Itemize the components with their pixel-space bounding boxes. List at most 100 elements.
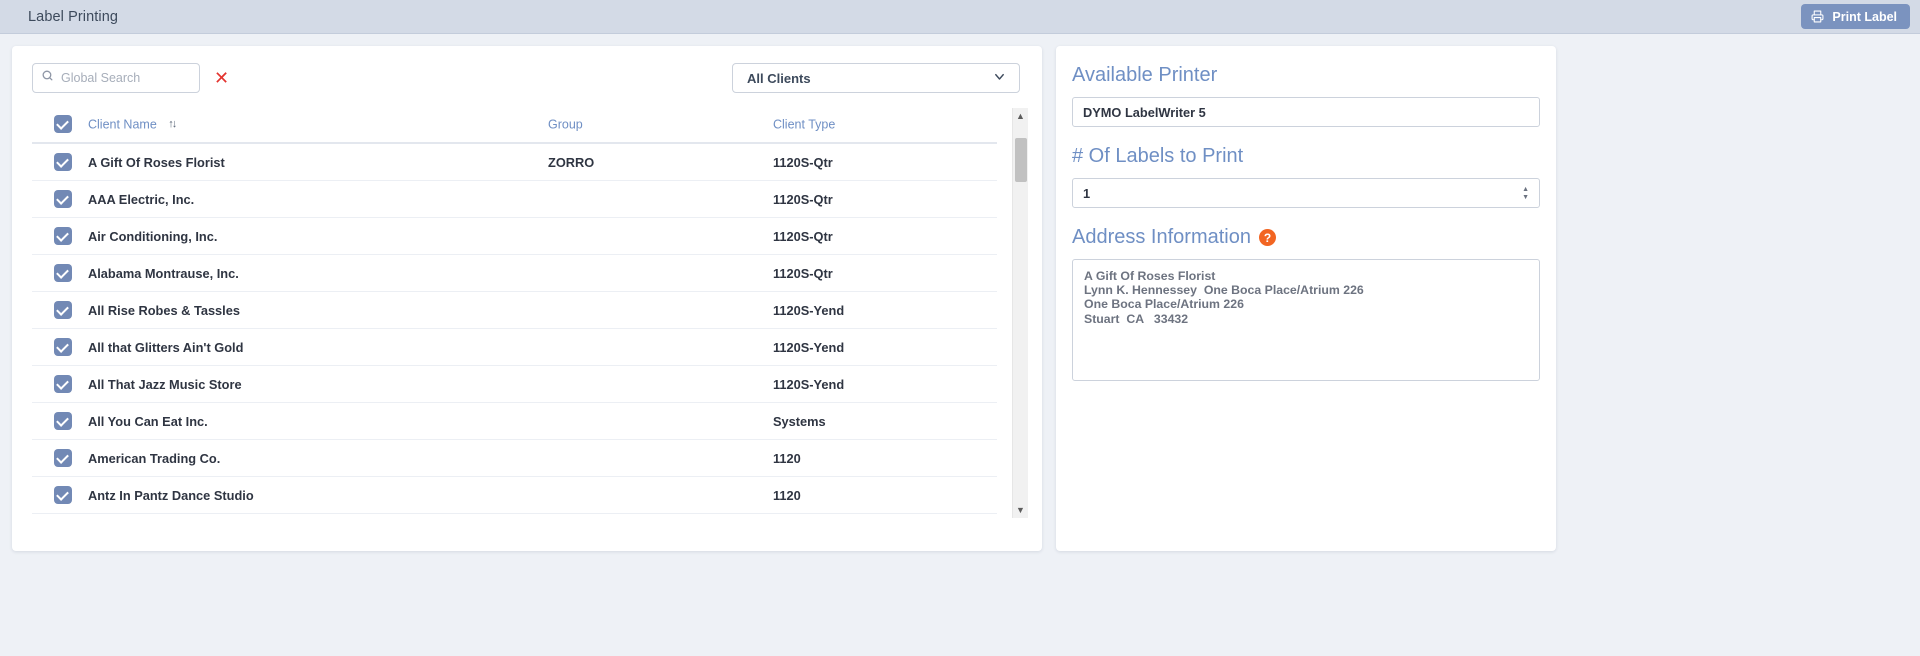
clients-panel: ✕ All Clients Clie [12,46,1042,551]
address-information-box[interactable]: A Gift Of Roses Florist Lynn K. Hennesse… [1072,259,1540,381]
row-checkbox-cell [32,143,88,181]
table-row[interactable]: A Gift Of Roses Florist ZORRO 1120S-Qtr [32,143,997,181]
cell-client-type: Systems [773,402,997,440]
column-header-client-name[interactable]: Client Name ↑↓ [88,108,548,144]
table-row[interactable]: All You Can Eat Inc. Systems [32,402,997,440]
cell-client-name: All That Jazz Music Store [88,365,548,403]
cell-client-name: A Gift Of Roses Florist [88,143,548,181]
row-checkbox[interactable] [54,486,72,504]
scroll-down-arrow-icon[interactable]: ▼ [1013,502,1028,518]
table-row[interactable]: All that Glitters Ain't Gold 1120S-Yend [32,328,997,366]
clear-search-icon[interactable]: ✕ [214,69,229,87]
cell-client-name: All You Can Eat Inc. [88,402,548,440]
cell-client-type: 1120S-Qtr [773,254,997,292]
cell-group [548,439,773,477]
available-printer-value: DYMO LabelWriter 5 [1083,104,1206,120]
column-header-client-type-label: Client Type [773,117,836,132]
client-filter-selected-value: All Clients [747,70,811,86]
clients-table-body: A Gift Of Roses Florist ZORRO 1120S-Qtr … [32,143,997,518]
sort-ascending-descending-icon[interactable]: ↑↓ [168,118,177,130]
cell-group [548,180,773,218]
available-printer-field[interactable]: DYMO LabelWriter 5 [1072,97,1540,127]
row-checkbox-cell [32,254,88,292]
table-row[interactable]: All Rise Robes & Tassles 1120S-Yend [32,291,997,329]
cell-group [548,402,773,440]
clients-table-scroll-area: Client Name ↑↓ Group Client Type A Gift … [32,108,1028,518]
cell-client-type: 1120 [773,513,997,518]
print-settings-panel: Available Printer DYMO LabelWriter 5 # O… [1056,46,1556,551]
question-mark-help-icon[interactable]: ? [1258,229,1276,246]
cell-client-type: 1120S-Qtr [773,180,997,218]
table-row[interactable]: Air Conditioning, Inc. 1120S-Qtr [32,217,997,255]
cell-client-type: 1120S-Qtr [773,143,997,181]
row-checkbox[interactable] [54,449,72,467]
printer-icon [1811,10,1824,23]
page-title: Label Printing [28,8,119,25]
row-checkbox-cell [32,513,88,518]
row-checkbox[interactable] [54,153,72,171]
address-line: Lynn K. Hennessey One Boca Place/Atrium … [1084,283,1364,298]
cell-client-name: Antz In Pantz Dance Studio [88,476,548,514]
cell-client-name: All Rise Robes & Tassles [88,291,548,329]
address-information-label: Address Information ? [1072,226,1540,249]
search-input[interactable] [61,71,191,85]
cell-client-type: 1120S-Qtr [773,217,997,255]
table-row[interactable]: AAA Electric, Inc. 1120S-Qtr [32,180,997,218]
row-checkbox[interactable] [54,301,72,319]
number-stepper[interactable]: ▲ ▼ [1522,186,1529,201]
table-row[interactable]: Are You Waiting For Me? Temporaries 1120 [32,513,997,518]
cell-client-type: 1120 [773,439,997,477]
cell-group [548,217,773,255]
table-row[interactable]: American Trading Co. 1120 [32,439,997,477]
client-filter-dropdown[interactable]: All Clients [732,63,1020,93]
labels-to-print-field[interactable]: 1 ▲ ▼ [1072,178,1540,208]
address-information-text: Address Information [1072,226,1251,248]
print-label-button[interactable]: Print Label [1801,4,1910,29]
labels-to-print-value: 1 [1083,185,1091,201]
stepper-down-icon[interactable]: ▼ [1522,194,1529,201]
cell-group [548,291,773,329]
row-checkbox[interactable] [54,375,72,393]
select-all-checkbox[interactable] [54,115,72,133]
row-checkbox-cell [32,476,88,514]
table-row[interactable]: Alabama Montrause, Inc. 1120S-Qtr [32,254,997,292]
cell-client-name: All that Glitters Ain't Gold [88,328,548,366]
row-checkbox[interactable] [54,412,72,430]
cell-client-name: Alabama Montrause, Inc. [88,254,548,292]
cell-client-type: 1120S-Yend [773,291,997,329]
row-checkbox-cell [32,217,88,255]
stepper-up-icon[interactable]: ▲ [1522,186,1529,193]
address-line: Stuart CA 33432 [1084,311,1189,326]
select-all-header-cell [32,108,88,144]
column-header-group-label: Group [548,117,583,132]
row-checkbox[interactable] [54,338,72,356]
table-toolbar: ✕ All Clients [32,60,1028,96]
table-header-row: Client Name ↑↓ Group Client Type [32,108,997,144]
cell-client-name: Are You Waiting For Me? Temporaries [88,513,548,518]
address-line: One Boca Place/Atrium 226 [1084,297,1244,312]
column-header-client-type[interactable]: Client Type [773,108,997,144]
cell-group [548,328,773,366]
column-header-client-name-label: Client Name [88,117,157,132]
scrollbar-thumb[interactable] [1015,138,1027,182]
search-icon [41,69,54,87]
row-checkbox[interactable] [54,227,72,245]
table-row[interactable]: All That Jazz Music Store 1120S-Yend [32,365,997,403]
available-printer-label: Available Printer [1072,64,1218,86]
cell-client-name: Air Conditioning, Inc. [88,217,548,255]
cell-client-type: 1120 [773,476,997,514]
row-checkbox-cell [32,402,88,440]
scroll-up-arrow-icon[interactable]: ▲ [1013,108,1028,124]
cell-group [548,476,773,514]
address-line: A Gift Of Roses Florist [1084,269,1216,283]
row-checkbox[interactable] [54,264,72,282]
row-checkbox[interactable] [54,190,72,208]
table-vertical-scrollbar[interactable]: ▲ ▼ [1012,108,1028,518]
cell-group [548,254,773,292]
chevron-down-icon [992,69,1007,87]
table-row[interactable]: Antz In Pantz Dance Studio 1120 [32,476,997,514]
cell-client-type: 1120S-Yend [773,328,997,366]
column-header-group[interactable]: Group [548,108,773,144]
cell-client-name: AAA Electric, Inc. [88,180,548,218]
global-search-field[interactable] [32,63,200,93]
